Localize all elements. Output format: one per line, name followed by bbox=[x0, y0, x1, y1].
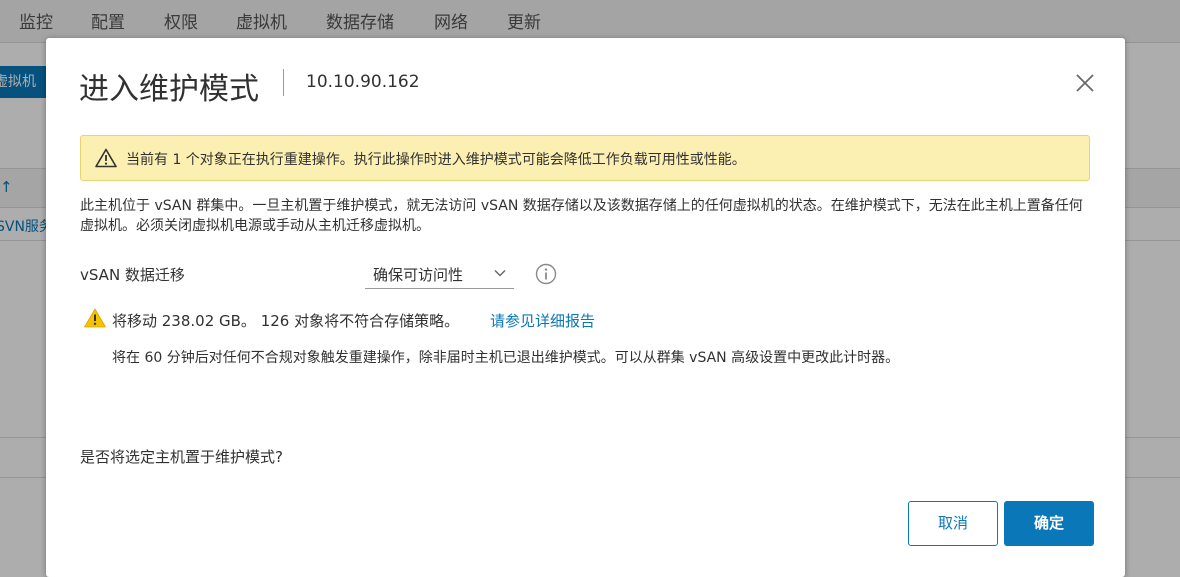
chevron-down-icon bbox=[494, 269, 506, 277]
data-move-text: 将移动 238.02 GB。 126 对象将不符合存储策略。 bbox=[112, 312, 460, 330]
info-icon[interactable] bbox=[535, 263, 557, 285]
maintenance-mode-dialog: 进入维护模式 10.10.90.162 当前有 1 个对象正在执行重建操作。执行… bbox=[46, 38, 1125, 577]
rebuild-timer-text: 将在 60 分钟后对任何不合规对象触发重建操作，除非届时主机已退出维护模式。可以… bbox=[112, 350, 900, 366]
dialog-title: 进入维护模式 bbox=[79, 72, 259, 107]
warning-banner-text: 当前有 1 个对象正在执行重建操作。执行此操作时进入维护模式可能会降低工作负载可… bbox=[126, 152, 746, 168]
warning-banner: 当前有 1 个对象正在执行重建操作。执行此操作时进入维护模式可能会降低工作负载可… bbox=[80, 135, 1090, 181]
vsan-migration-label: vSAN 数据迁移 bbox=[80, 266, 185, 284]
close-icon[interactable] bbox=[1074, 72, 1096, 94]
vsan-migration-select[interactable]: 确保可访问性 bbox=[365, 259, 514, 289]
warning-icon bbox=[95, 148, 117, 168]
ok-button[interactable]: 确定 bbox=[1004, 501, 1094, 546]
host-address: 10.10.90.162 bbox=[306, 72, 420, 92]
detailed-report-link[interactable]: 请参见详细报告 bbox=[490, 310, 595, 331]
cancel-button[interactable]: 取消 bbox=[908, 501, 998, 546]
vsan-migration-value: 确保可访问性 bbox=[373, 266, 464, 284]
title-separator bbox=[283, 69, 284, 96]
warning-icon bbox=[84, 308, 106, 328]
confirm-question: 是否将选定主机置于维护模式? bbox=[80, 448, 283, 466]
description-text: 此主机位于 vSAN 群集中。一旦主机置于维护模式，就无法访问 vSAN 数据存… bbox=[80, 198, 1083, 234]
